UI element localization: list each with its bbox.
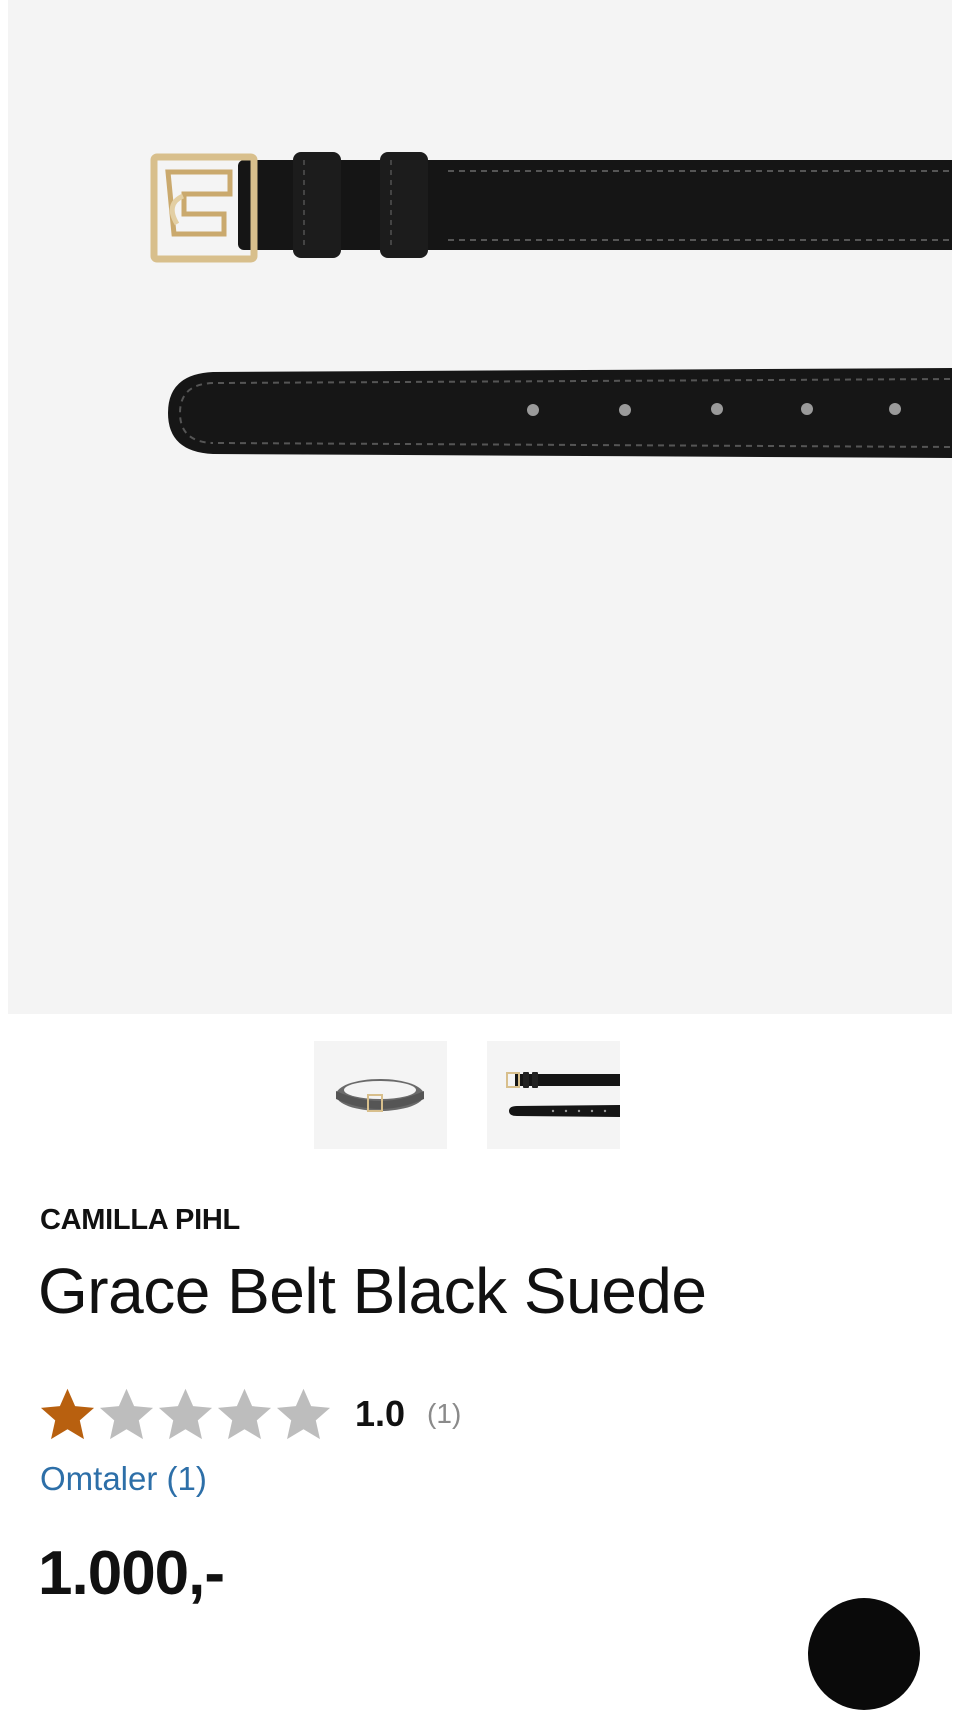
star-empty-icon — [99, 1388, 154, 1439]
floating-action-button[interactable] — [808, 1598, 920, 1710]
product-title: Grace Belt Black Suede — [38, 1255, 707, 1327]
rating-stars — [38, 1385, 333, 1444]
product-price: 1.000,- — [38, 1539, 225, 1608]
thumbnail-belt-straight[interactable] — [487, 1041, 620, 1149]
star-empty-icon — [158, 1388, 213, 1439]
thumbnail-belt-coiled[interactable] — [314, 1041, 447, 1149]
belt-straight-thumbnail — [506, 1072, 620, 1117]
star-empty-icon — [276, 1388, 331, 1439]
star-empty-icon — [217, 1388, 272, 1439]
rating-value: 1.0 — [355, 1393, 406, 1434]
rating-count: (1) — [427, 1398, 462, 1429]
product-brand[interactable]: CAMILLA PIHL — [40, 1204, 240, 1237]
reviews-link[interactable]: Omtaler (1) — [40, 1460, 207, 1498]
product-main-image[interactable] — [8, 0, 952, 1014]
belt-photo — [150, 152, 952, 458]
belt-coiled-thumbnail — [336, 1079, 424, 1112]
star-filled-icon — [40, 1388, 95, 1439]
product-rating[interactable]: 1.0 (1) — [38, 1383, 461, 1445]
thumbnail-strip — [0, 1041, 960, 1149]
